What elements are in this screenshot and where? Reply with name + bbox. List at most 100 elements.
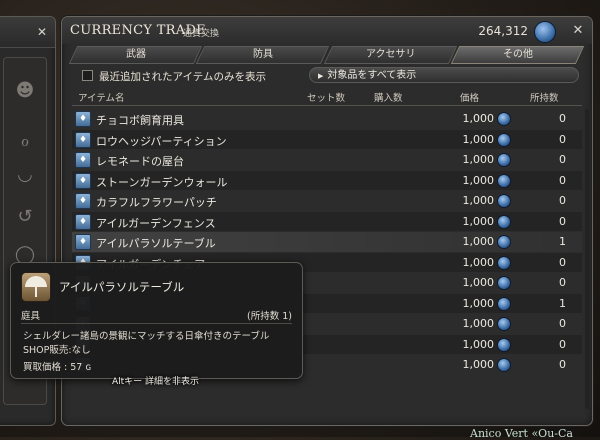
row-price: 1,000 [462,317,495,330]
row-price: 1,000 [462,255,495,269]
row-owned: 0 [559,276,566,289]
gil-icon [497,358,511,372]
housing-item-icon: ♦ [75,213,91,230]
row-owned: 0 [559,317,566,330]
tab-weapons[interactable]: 武器 [68,46,203,64]
gil-icon [497,153,511,167]
tab-label: その他 [502,49,533,60]
row-name: アイルガーデンフェンス [96,216,216,230]
gil-icon [497,235,511,249]
titlebar: CURRENCY TRADE 通貨交換 264,312 ✕ [62,17,592,44]
table-row[interactable]: ♦ チョコボ飼育用具 1,000 0 [72,109,582,129]
recent-only-checkbox[interactable] [82,70,93,81]
gil-icon [497,296,511,311]
row-owned: 0 [559,153,566,166]
table-header: アイテム名 セット数 購入数 価格 所持数 [72,89,582,105]
category-tabs: 武器 防具 アクセサリ その他 [68,46,585,64]
header-purchase-count: 購入数 [374,93,403,104]
tooltip-divider [21,323,292,324]
gil-icon [497,173,511,188]
currency-amount: 264,312 [478,24,528,38]
row-owned: 0 [559,358,566,371]
tooltip-shop: SHOP販売:なし [23,345,91,356]
show-all-label: 対象品をすべて表示 [327,70,417,81]
row-owned: 0 [559,255,566,269]
row-owned: 0 [559,194,566,207]
row-price: 1,000 [462,153,495,166]
tab-label: 防具 [252,49,273,60]
row-name: レモネードの屋台 [96,155,184,168]
wrench-icon[interactable]: ✕ [35,25,49,39]
item-tooltip: アイルパラソルテーブル 庭具 (所持数 1) シェルダレー諸島の景観にマッチする… [10,262,303,379]
row-owned: 1 [559,235,566,248]
gil-icon [497,317,511,331]
wrench-icon[interactable]: ✕ [570,23,586,39]
row-name: アイルパラソルテーブル [96,237,216,250]
housing-item-icon: ♦ [75,193,91,209]
tab-label: 武器 [125,49,146,60]
header-divider [72,105,582,106]
row-price: 1,000 [462,337,495,351]
row-price: 1,000 [462,112,495,125]
row-price: 1,000 [462,276,495,289]
table-row[interactable]: ♦ レモネードの屋台 1,000 0 [72,150,582,170]
tab-other[interactable]: その他 [450,46,585,64]
show-all-button[interactable]: ▶ 対象品をすべて表示 [309,67,579,83]
tooltip-sell-price: 買取価格 : 57 ɢ [23,362,92,373]
tab-label: アクセサリ [365,49,415,60]
header-owned: 所持数 [530,93,559,104]
row-name: カラフルフラワーパッチ [96,196,217,209]
row-name: ロウヘッジパーティション [96,134,227,148]
housing-item-icon: ♦ [75,131,91,148]
recent-only-label: 最近追加されたアイテムのみを表示 [99,71,266,83]
row-owned: 1 [559,296,566,310]
head-gear-icon[interactable]: ☻ [13,79,37,103]
row-price: 1,000 [462,173,495,187]
housing-item-icon: ♦ [75,172,91,189]
parasol-table-icon [21,272,51,302]
necklace-icon[interactable]: ℴ [13,129,37,153]
row-price: 1,000 [462,235,495,248]
header-price: 価格 [460,93,480,104]
tooltip-owned: (所持数 1) [247,311,292,322]
housing-item-icon: ♦ [75,111,91,127]
recent-only-filter[interactable]: 最近追加されたアイテムのみを表示 [82,69,266,85]
header-set-count: セット数 [307,93,346,104]
bracelet-icon[interactable]: ↺ [13,205,37,229]
housing-item-icon: ♦ [75,152,91,168]
alt-key-hint: Altキー 詳細を非表示 [112,377,200,387]
row-owned: 0 [559,337,566,351]
tooltip-category: 庭具 [21,311,41,322]
tooltip-description: シェルダレー諸島の景観にマッチする日傘付きのテーブル [23,331,270,342]
row-price: 1,000 [462,296,495,310]
housing-item-icon: ♦ [75,234,91,250]
scrollbar[interactable] [585,109,589,409]
row-price: 1,000 [462,358,495,371]
row-owned: 0 [559,112,566,125]
table-row[interactable]: ♦ ストーンガーデンウォール 1,000 0 [72,170,582,190]
header-item-name: アイテム名 [78,93,125,104]
gil-icon [534,21,556,43]
tab-accessories[interactable]: アクセサリ [323,46,457,64]
gil-icon [497,276,511,290]
triangle-right-icon: ▶ [318,72,324,80]
gil-icon [497,194,511,208]
table-row-selected[interactable]: ♦ アイルパラソルテーブル 1,000 1 [72,232,582,252]
window-subtitle: 通貨交換 [183,29,220,39]
row-price: 1,000 [462,214,495,228]
row-price: 1,000 [462,132,495,146]
gil-icon [497,132,511,147]
table-row[interactable]: ♦ カラフルフラワーパッチ 1,000 0 [72,191,582,211]
earring-icon[interactable]: ◡ [13,163,37,187]
gil-icon [497,255,511,270]
tab-armor[interactable]: 防具 [196,46,330,64]
tooltip-item-name: アイルパラソルテーブル [59,280,185,294]
table-row[interactable]: ♦ アイルガーデンフェンス 1,000 0 [72,211,582,231]
gil-icon [497,112,511,126]
table-row[interactable]: ♦ ロウヘッジパーティション 1,000 0 [72,129,582,149]
row-owned: 0 [559,173,566,187]
row-name: ストーンガーデンウォール [96,175,228,189]
row-owned: 0 [559,132,566,146]
gil-icon [497,337,511,352]
row-owned: 0 [559,214,566,228]
